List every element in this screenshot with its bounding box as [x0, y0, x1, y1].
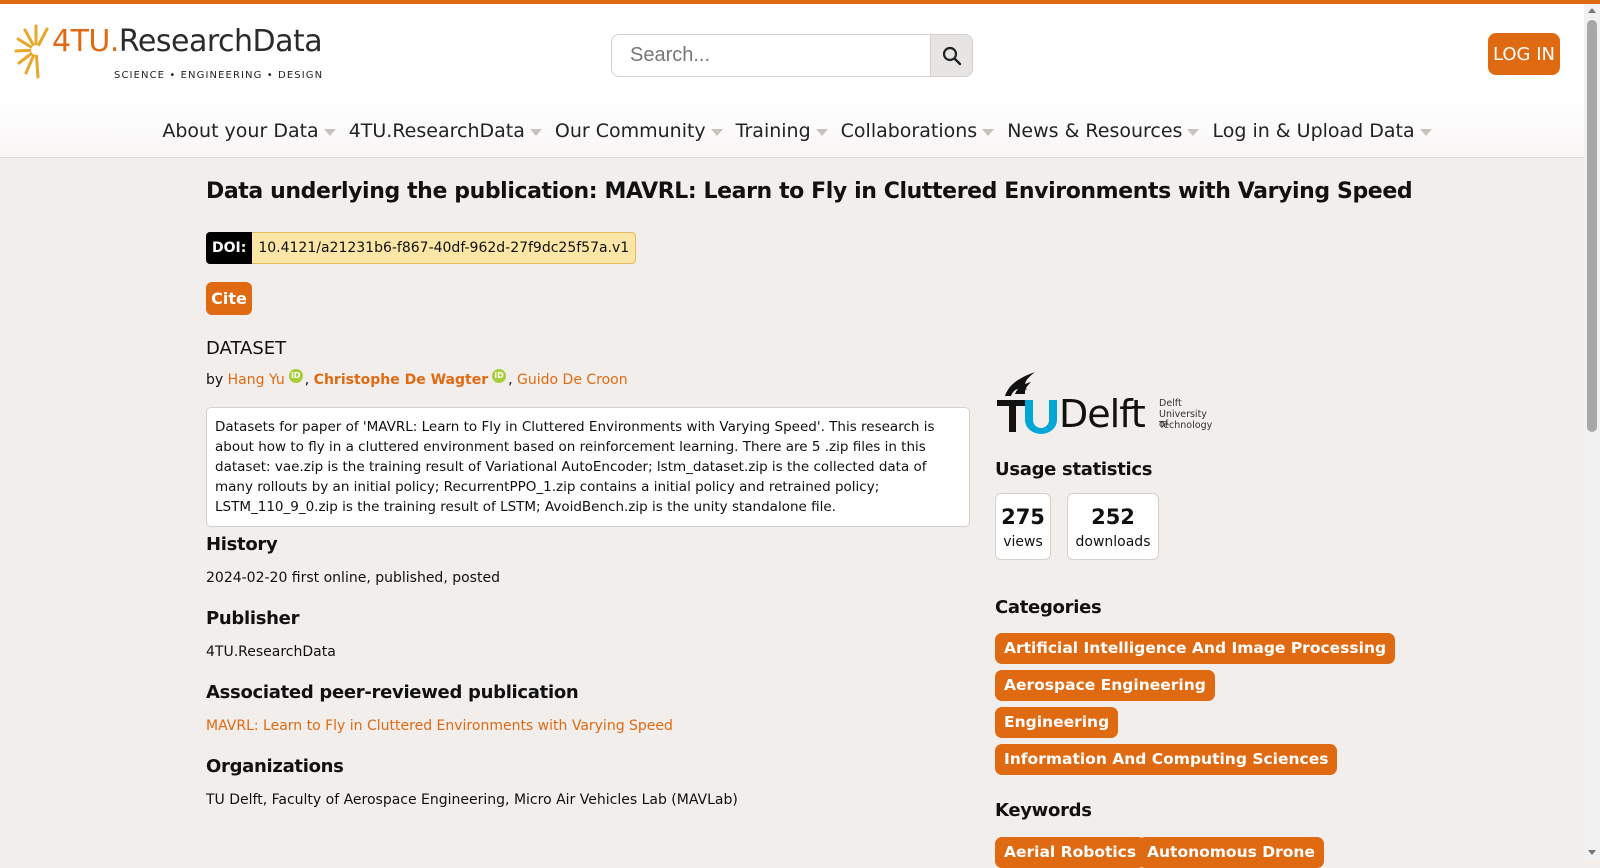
categories-heading: Categories — [995, 597, 1102, 618]
publication-link[interactable]: MAVRL: Learn to Fly in Cluttered Environ… — [206, 718, 673, 734]
scroll-up-arrow-icon[interactable] — [1588, 8, 1596, 13]
item-type-heading: DATASET — [206, 338, 287, 359]
site-logo[interactable]: 4TU.ResearchData SCIENCE • ENGINEERING •… — [14, 20, 323, 86]
page-scrollbar[interactable] — [1584, 4, 1600, 861]
login-button[interactable]: LOG IN — [1488, 33, 1560, 75]
nav-item-training[interactable]: Training — [736, 115, 828, 147]
doi-badge: DOI: 10.4121/a21231b6-f867-40df-962d-27f… — [206, 232, 637, 264]
category-tag[interactable]: Engineering — [995, 707, 1119, 738]
views-label: views — [1003, 534, 1043, 550]
caret-down-icon — [982, 129, 995, 136]
history-value: 2024-02-20 first online, published, post… — [206, 570, 500, 586]
nav-item-login-upload[interactable]: Log in & Upload Data — [1212, 115, 1432, 147]
downloads-label: downloads — [1075, 534, 1151, 550]
search-button[interactable] — [931, 34, 973, 77]
institution-line-1: Delft — [1159, 398, 1182, 409]
orcid-icon[interactable]: iD — [288, 369, 303, 383]
nav-label: Collaborations — [840, 120, 978, 142]
logo-tagline: SCIENCE • ENGINEERING • DESIGN — [114, 70, 324, 81]
search-input[interactable] — [611, 34, 931, 77]
nav-label: Log in & Upload Data — [1212, 120, 1415, 142]
author-link[interactable]: Christophe De Wagter — [314, 372, 488, 388]
author-list: by Hang Yu iD, Christophe De Wagter iD, … — [206, 369, 628, 388]
author-link[interactable]: Guido De Croon — [517, 372, 628, 388]
keywords-heading: Keywords — [995, 800, 1092, 821]
institution-logo[interactable]: Delft Delft University of Technology — [995, 370, 1215, 436]
sunburst-logo-icon — [14, 24, 49, 79]
caret-down-icon — [1419, 129, 1432, 136]
doi-value[interactable]: 10.4121/a21231b6-f867-40df-962d-27f9dc25… — [252, 232, 637, 264]
nav-item-collaborations[interactable]: Collaborations — [841, 115, 995, 147]
scrollbar-thumb[interactable] — [1587, 20, 1597, 432]
page-title: Data underlying the publication: MAVRL: … — [206, 179, 1413, 204]
caret-down-icon — [1187, 129, 1200, 136]
usage-statistics-heading: Usage statistics — [995, 459, 1153, 480]
caret-down-icon — [529, 129, 542, 136]
nav-item-our-community[interactable]: Our Community — [555, 115, 723, 147]
organizations-heading: Organizations — [206, 756, 344, 777]
keyword-tag[interactable]: Autonomous Drone — [1138, 837, 1324, 868]
search-bar — [611, 34, 973, 77]
nav-item-about-your-data[interactable]: About your Data — [162, 115, 336, 147]
site-header: 4TU.ResearchData SCIENCE • ENGINEERING •… — [0, 4, 1584, 100]
nav-label: 4TU.ResearchData — [348, 120, 525, 142]
doi-label: DOI: — [206, 232, 253, 264]
views-stat: 275 views — [995, 493, 1051, 560]
downloads-stat: 252 downloads — [1067, 493, 1159, 560]
publisher-value: 4TU.ResearchData — [206, 644, 336, 660]
category-tag[interactable]: Information And Computing Sciences — [995, 744, 1338, 775]
dataset-sidebar: Delft Delft University of Technology Usa… — [995, 370, 1396, 868]
cite-button[interactable]: Cite — [206, 282, 252, 315]
nav-label: Training — [735, 120, 811, 142]
caret-down-icon — [323, 129, 336, 136]
nav-label: About your Data — [162, 120, 319, 142]
logo-wordmark: 4TU.ResearchData — [52, 24, 323, 59]
nav-item-news-resources[interactable]: News & Resources — [1007, 115, 1200, 147]
orcid-icon[interactable]: iD — [492, 369, 507, 383]
views-count: 275 — [1001, 505, 1045, 529]
history-heading: History — [206, 534, 278, 555]
nav-label: Our Community — [554, 120, 706, 142]
dataset-abstract: Datasets for paper of 'MAVRL: Learn to F… — [206, 407, 970, 527]
nav-item-4tu-researchdata[interactable]: 4TU.ResearchData — [349, 115, 542, 147]
downloads-count: 252 — [1091, 505, 1135, 529]
search-icon — [942, 46, 962, 66]
publisher-heading: Publisher — [206, 608, 300, 629]
publication-heading: Associated peer-reviewed publication — [206, 682, 579, 703]
author-link[interactable]: Hang Yu — [228, 372, 285, 388]
institution-line-3: Technology — [1159, 420, 1213, 431]
organizations-value: TU Delft, Faculty of Aerospace Engineeri… — [206, 792, 738, 808]
keyword-tag[interactable]: Aerial Robotics — [995, 837, 1146, 868]
institution-wordmark: Delft — [1059, 392, 1146, 436]
main-nav: About your Data 4TU.ResearchData Our Com… — [0, 115, 1584, 147]
caret-down-icon — [710, 129, 723, 136]
scroll-down-arrow-icon[interactable] — [1588, 850, 1596, 855]
category-tag[interactable]: Aerospace Engineering — [995, 670, 1215, 701]
nav-label: News & Resources — [1007, 120, 1183, 142]
caret-down-icon — [815, 129, 828, 136]
by-label: by — [206, 372, 224, 388]
category-tag[interactable]: Artificial Intelligence And Image Proces… — [995, 633, 1396, 664]
